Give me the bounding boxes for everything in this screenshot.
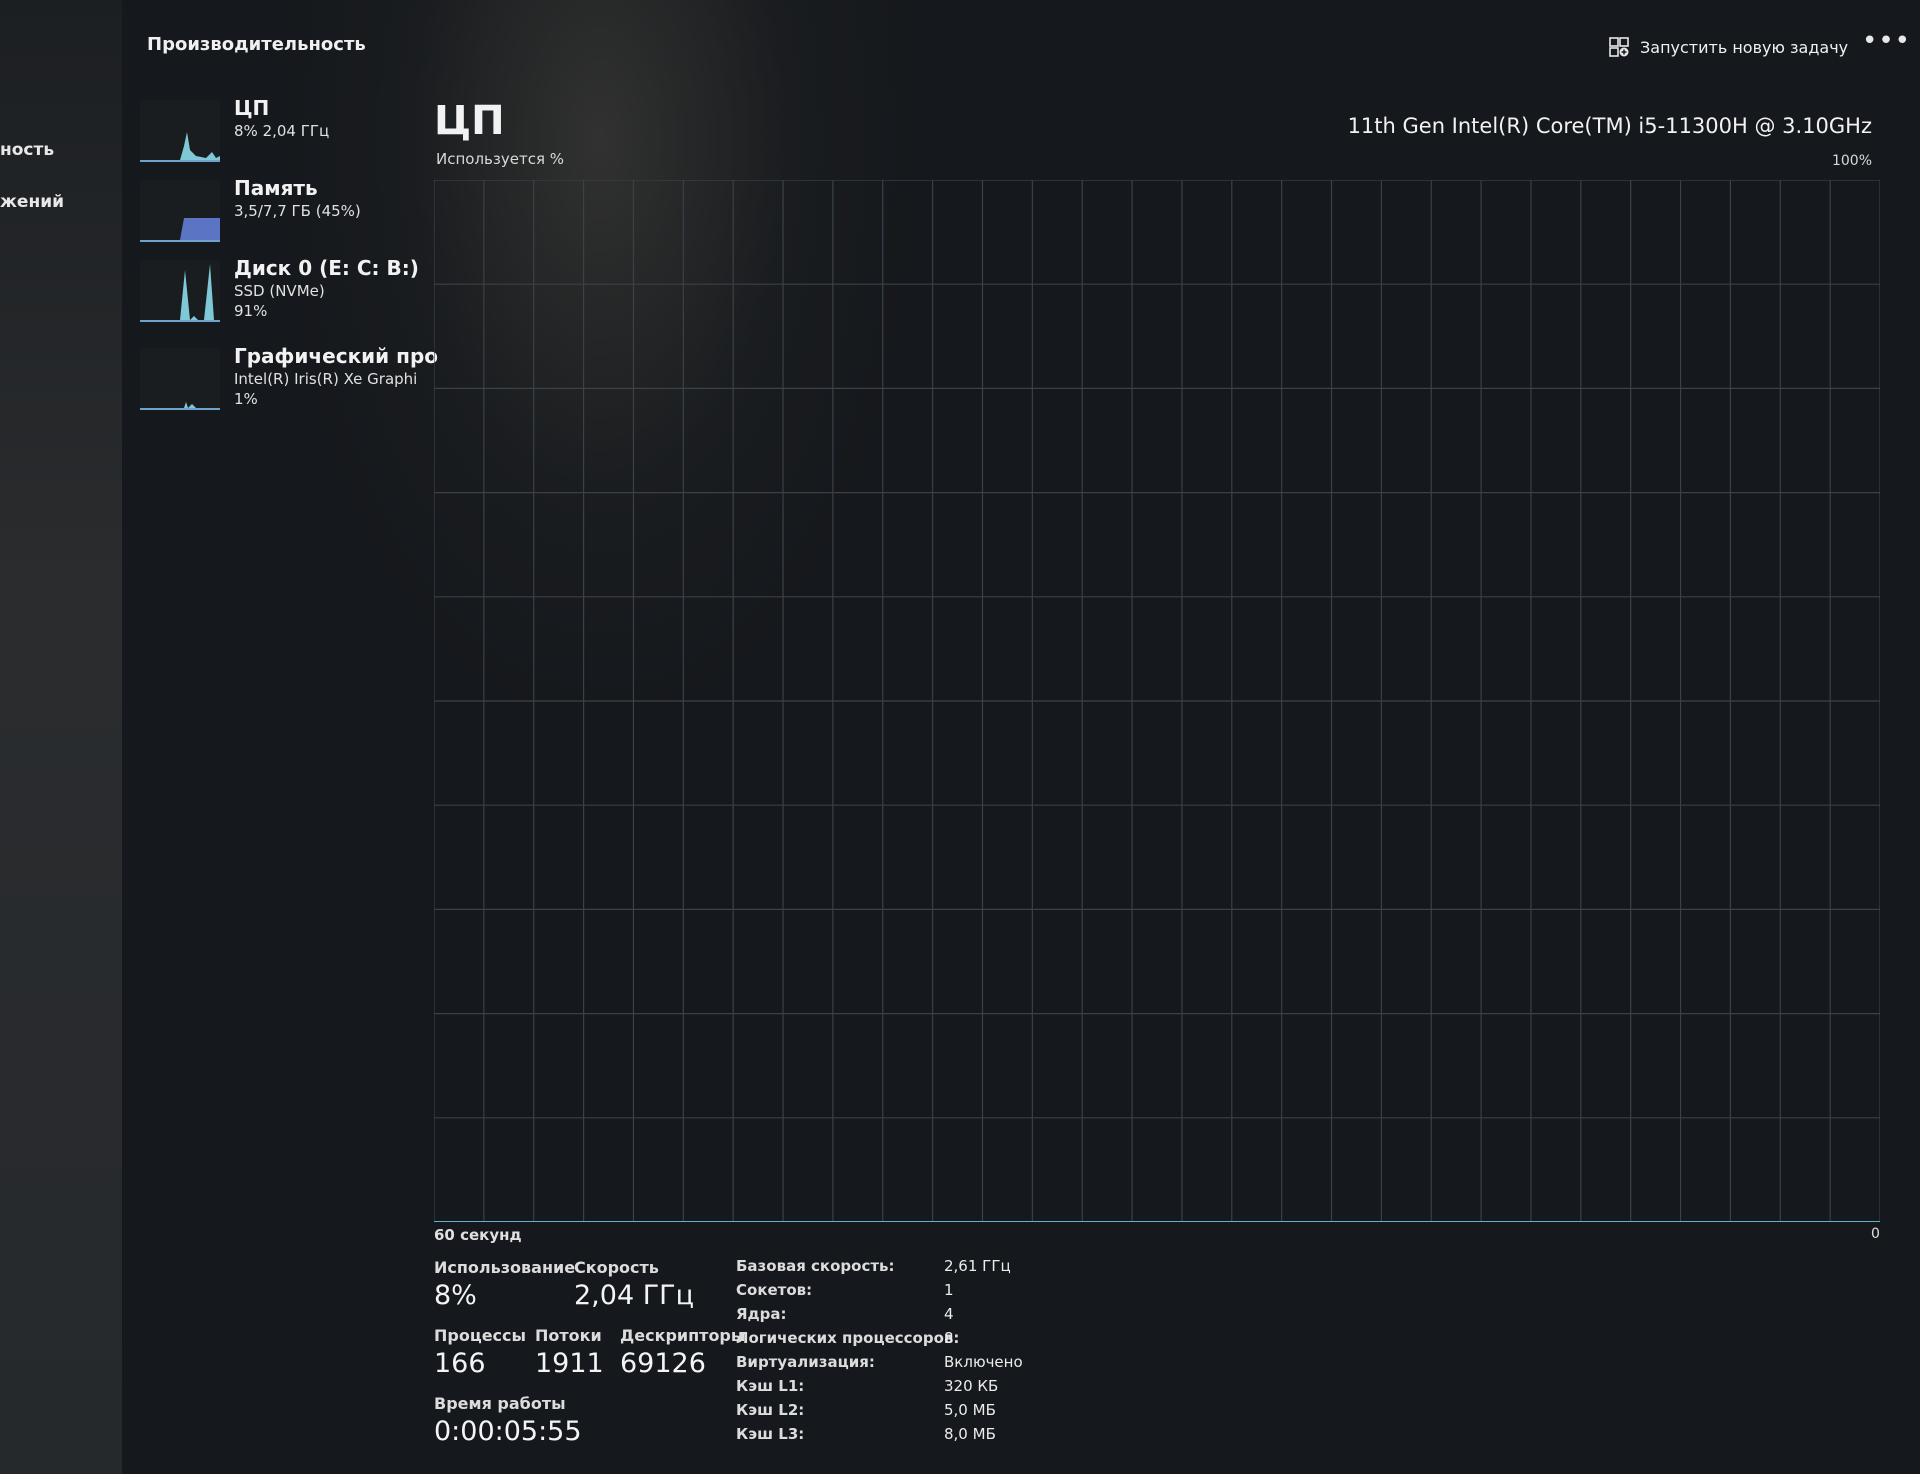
sidebar-item-memory-name: Память bbox=[234, 176, 318, 200]
speed-value: 2,04 ГГц bbox=[574, 1280, 695, 1311]
processes-value: 166 bbox=[434, 1348, 486, 1379]
spec-label-virtualization: Виртуализация: bbox=[736, 1353, 875, 1371]
spec-label-l1-cache: Кэш L1: bbox=[736, 1377, 805, 1395]
processor-name: 11th Gen Intel(R) Core(TM) i5-11300H @ 3… bbox=[1347, 114, 1872, 138]
spec-value-sockets: 1 bbox=[944, 1281, 954, 1299]
cpu-usage-graph bbox=[433, 179, 1881, 1223]
spec-label-l3-cache: Кэш L3: bbox=[736, 1425, 805, 1443]
memory-thumbnail bbox=[140, 180, 220, 242]
main-subtitle: Используется % bbox=[436, 150, 564, 168]
sidebar-item-disk-usage: 91% bbox=[234, 302, 268, 320]
processes-label: Процессы bbox=[434, 1326, 526, 1345]
threads-label: Потоки bbox=[535, 1326, 602, 1345]
navigation-strip: ность жений bbox=[0, 0, 122, 1474]
sidebar-item-disk-name: Диск 0 (E: C: B:) bbox=[234, 256, 419, 280]
sidebar-item-cpu[interactable]: ЦП 8% 2,04 ГГц bbox=[140, 96, 420, 172]
graph-min-label: 0 bbox=[1871, 1226, 1880, 1242]
sidebar-item-cpu-name: ЦП bbox=[234, 96, 270, 120]
spec-label-logical-processors: Логических процессоров: bbox=[736, 1329, 960, 1347]
cpu-thumbnail bbox=[140, 100, 220, 162]
handles-label: Дескрипторы bbox=[620, 1326, 746, 1345]
sidebar-item-memory[interactable]: Память 3,5/7,7 ГБ (45%) bbox=[140, 176, 420, 252]
disk-thumbnail bbox=[140, 260, 220, 322]
graph-max-label: 100% bbox=[1831, 153, 1872, 169]
threads-value: 1911 bbox=[535, 1348, 604, 1379]
uptime-value: 0:00:05:55 bbox=[434, 1416, 582, 1447]
spec-value-virtualization: Включено bbox=[944, 1353, 1023, 1371]
sidebar-item-gpu[interactable]: Графический про Intel(R) Iris(R) Xe Grap… bbox=[140, 344, 438, 420]
sidebar-item-gpu-name: Графический про bbox=[234, 344, 439, 368]
usage-label: Использование bbox=[434, 1258, 576, 1277]
sidebar-item-disk[interactable]: Диск 0 (E: C: B:) SSD (NVMe) 91% bbox=[140, 256, 420, 332]
spec-label-base-speed: Базовая скорость: bbox=[736, 1257, 895, 1275]
usage-value: 8% bbox=[434, 1280, 477, 1311]
spec-value-l3-cache: 8,0 МБ bbox=[944, 1425, 996, 1443]
run-new-task-label: Запустить новую задачу bbox=[1640, 37, 1849, 57]
sidebar-item-disk-type: SSD (NVMe) bbox=[234, 282, 325, 300]
speed-label: Скорость bbox=[574, 1258, 659, 1277]
main-title: ЦП bbox=[434, 98, 505, 144]
gpu-thumbnail bbox=[140, 348, 220, 410]
uptime-label: Время работы bbox=[434, 1394, 566, 1413]
sidebar-item-cpu-detail: 8% 2,04 ГГц bbox=[234, 122, 330, 140]
graph-time-span-label: 60 секунд bbox=[434, 1226, 522, 1244]
spec-label-l2-cache: Кэш L2: bbox=[736, 1401, 805, 1419]
cpu-usage-chart bbox=[433, 179, 1881, 1223]
page-title: Производительность bbox=[147, 34, 366, 55]
spec-label-sockets: Сокетов: bbox=[736, 1281, 813, 1299]
run-new-task-button[interactable]: Запустить новую задачу bbox=[1608, 36, 1848, 58]
spec-value-l2-cache: 5,0 МБ bbox=[944, 1401, 996, 1419]
spec-value-l1-cache: 320 КБ bbox=[944, 1377, 999, 1395]
handles-value: 69126 bbox=[620, 1348, 706, 1379]
more-options-icon[interactable]: ••• bbox=[1862, 26, 1911, 56]
nav-item-performance[interactable]: ность bbox=[0, 140, 54, 160]
sidebar-item-gpu-usage: 1% bbox=[234, 390, 258, 408]
sidebar-item-gpu-model: Intel(R) Iris(R) Xe Graphi bbox=[234, 370, 418, 388]
spec-value-cores: 4 bbox=[944, 1305, 954, 1323]
sidebar-item-memory-detail: 3,5/7,7 ГБ (45%) bbox=[234, 202, 361, 220]
new-task-icon bbox=[1609, 37, 1629, 57]
spec-value-base-speed: 2,61 ГГц bbox=[944, 1257, 1011, 1275]
spec-label-cores: Ядра: bbox=[736, 1305, 787, 1323]
nav-item-apps[interactable]: жений bbox=[0, 192, 64, 212]
spec-value-logical-processors: 8 bbox=[944, 1329, 954, 1347]
